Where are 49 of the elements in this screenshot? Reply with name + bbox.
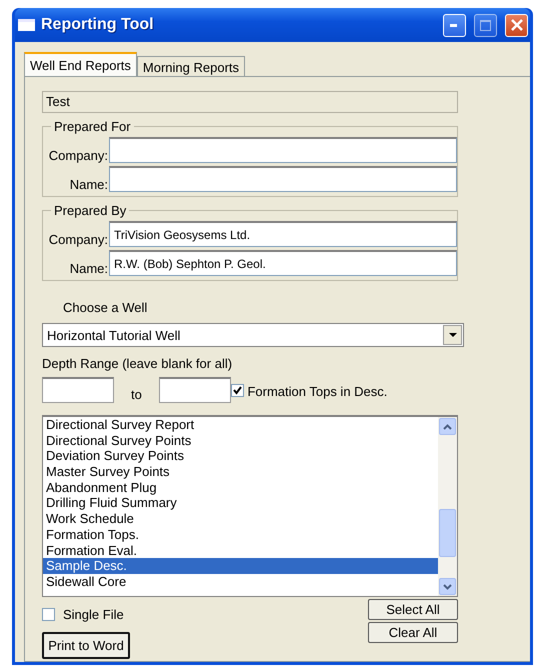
text-field[interactable]: TriVision Geosysems Ltd. — [109, 221, 457, 247]
list-item[interactable]: Abandonment Plug — [43, 480, 438, 496]
depth-to-field[interactable] — [158, 377, 231, 403]
tab[interactable]: Well End Reports — [24, 52, 137, 76]
depth-from-field[interactable] — [42, 377, 114, 403]
list-item[interactable]: Formation Eval. — [43, 542, 438, 558]
field-label: Name: — [68, 177, 109, 192]
text-field[interactable] — [109, 137, 457, 163]
close-button[interactable] — [505, 14, 528, 36]
field-label: Name: — [68, 261, 109, 276]
text-field[interactable]: R.W. (Bob) Sephton P. Geol. — [109, 250, 457, 276]
group-label: Prepared For — [53, 119, 132, 134]
group-label: Prepared By — [53, 203, 128, 218]
well-label: Choose a Well — [63, 300, 148, 315]
close-icon[interactable] — [510, 19, 522, 31]
list-item[interactable]: Work Schedule — [43, 511, 438, 527]
checkbox-label: Formation Tops in Desc. — [246, 384, 388, 398]
list-item[interactable]: Formation Tops. — [43, 526, 438, 542]
print-button[interactable]: Print to Word — [42, 632, 130, 659]
list-item[interactable]: Deviation Survey Points — [43, 448, 438, 464]
field-label: Company: — [48, 148, 109, 163]
list-item[interactable]: Master Survey Points — [43, 464, 438, 480]
minimize-icon[interactable] — [450, 23, 459, 27]
field-label: Company: — [48, 232, 109, 247]
scroll-up-icon[interactable] — [439, 418, 456, 435]
select-all-button[interactable]: Select All — [368, 599, 458, 620]
list-item[interactable]: Sample Desc. — [43, 558, 438, 574]
list-item[interactable]: Sidewall Core — [43, 574, 438, 590]
title-field[interactable]: Test — [42, 91, 458, 113]
clear-all-button[interactable]: Clear All — [368, 622, 458, 643]
list-item[interactable]: Drilling Fluid Summary — [43, 495, 438, 512]
checkbox[interactable] — [42, 608, 55, 621]
scroll-thumb[interactable] — [439, 509, 456, 557]
window-title: Reporting Tool — [41, 16, 155, 34]
list-item[interactable]: Directional Survey Points — [43, 432, 438, 448]
minimize-button[interactable] — [443, 14, 466, 36]
list-item[interactable]: Directional Survey Report — [43, 417, 438, 433]
checkbox[interactable] — [230, 384, 244, 396]
to-label: to — [131, 386, 142, 402]
checkbox-label: Single File — [63, 607, 124, 622]
depth-label: Depth Range (leave blank for all) — [42, 356, 234, 371]
well-dropdown[interactable]: Horizontal Tutorial Well — [42, 323, 464, 347]
maximize-icon[interactable] — [480, 20, 491, 30]
scrollbar[interactable] — [438, 417, 457, 596]
tab[interactable]: Morning Reports — [136, 56, 246, 76]
maximize-button[interactable] — [474, 14, 497, 36]
window-icon — [18, 19, 35, 31]
scroll-down-icon[interactable] — [439, 578, 456, 595]
text-field[interactable] — [109, 166, 457, 192]
